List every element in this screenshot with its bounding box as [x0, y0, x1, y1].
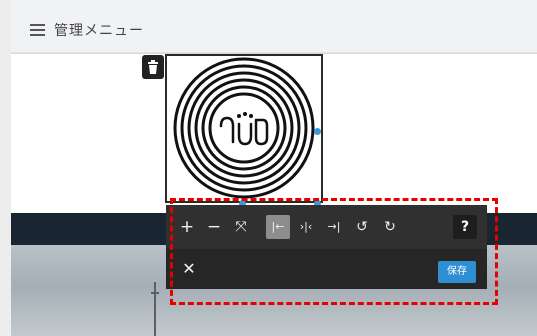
spiral-logo	[173, 57, 315, 199]
resize-handle-right[interactable]	[314, 128, 321, 135]
admin-header: 管理メニュー	[11, 0, 537, 53]
antenna-mast	[154, 282, 156, 336]
trash-icon	[148, 60, 158, 74]
antenna-crossbar	[151, 292, 159, 294]
selected-image[interactable]	[165, 54, 323, 203]
left-gutter	[0, 0, 11, 336]
admin-menu-title[interactable]: 管理メニュー	[54, 20, 144, 40]
delete-image-button[interactable]	[142, 55, 164, 79]
hamburger-icon[interactable]	[30, 24, 45, 36]
red-highlight-box	[170, 198, 498, 305]
